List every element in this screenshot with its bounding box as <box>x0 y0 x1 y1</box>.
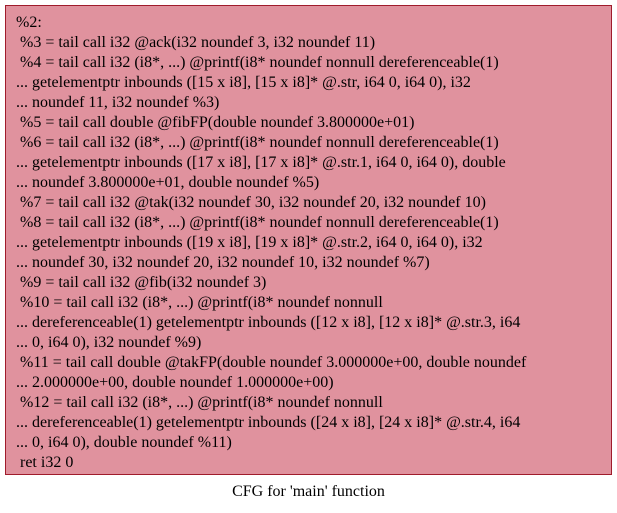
code-line: %11 = tail call double @takFP(double nou… <box>16 354 527 371</box>
code-line: %5 = tail call double @fibFP(double noun… <box>16 114 415 131</box>
code-line: %12 = tail call i32 (i8*, ...) @printf(i… <box>16 394 383 411</box>
graph-caption: CFG for 'main' function <box>232 483 385 500</box>
code-line: ... getelementptr inbounds ([19 x i8], [… <box>16 234 483 251</box>
code-line: ... 2.000000e+00, double noundef 1.00000… <box>16 374 334 391</box>
code-line: ... 0, i64 0), double noundef %11) <box>16 434 232 451</box>
code-line: ... noundef 3.800000e+01, double noundef… <box>16 174 320 191</box>
code-line: ... getelementptr inbounds ([17 x i8], [… <box>16 154 506 171</box>
code-line: %4 = tail call i32 (i8*, ...) @printf(i8… <box>16 54 499 71</box>
basic-block-code: %2: %3 = tail call i32 @ack(i32 noundef … <box>16 13 526 473</box>
code-line: %6 = tail call i32 (i8*, ...) @printf(i8… <box>16 134 499 151</box>
code-line: %8 = tail call i32 (i8*, ...) @printf(i8… <box>16 214 499 231</box>
code-line: ... noundef 30, i32 noundef 20, i32 noun… <box>16 254 430 271</box>
code-line: ret i32 0 <box>16 454 74 471</box>
code-line: %3 = tail call i32 @ack(i32 noundef 3, i… <box>16 34 376 51</box>
code-line: %7 = tail call i32 @tak(i32 noundef 30, … <box>16 194 486 211</box>
code-line: %10 = tail call i32 (i8*, ...) @printf(i… <box>16 294 383 311</box>
code-line: ... dereferenceable(1) getelementptr inb… <box>16 414 521 431</box>
code-line: %9 = tail call i32 @fib(i32 noundef 3) <box>16 274 267 291</box>
code-line: ... noundef 11, i32 noundef %3) <box>16 94 220 111</box>
code-line: ... 0, i64 0), i32 noundef %9) <box>16 334 202 351</box>
code-line: ... dereferenceable(1) getelementptr inb… <box>16 314 521 331</box>
code-line: %2: <box>16 14 42 31</box>
code-line: ... getelementptr inbounds ([15 x i8], [… <box>16 74 471 91</box>
cfg-basic-block-node: %2: %3 = tail call i32 @ack(i32 noundef … <box>5 5 612 475</box>
